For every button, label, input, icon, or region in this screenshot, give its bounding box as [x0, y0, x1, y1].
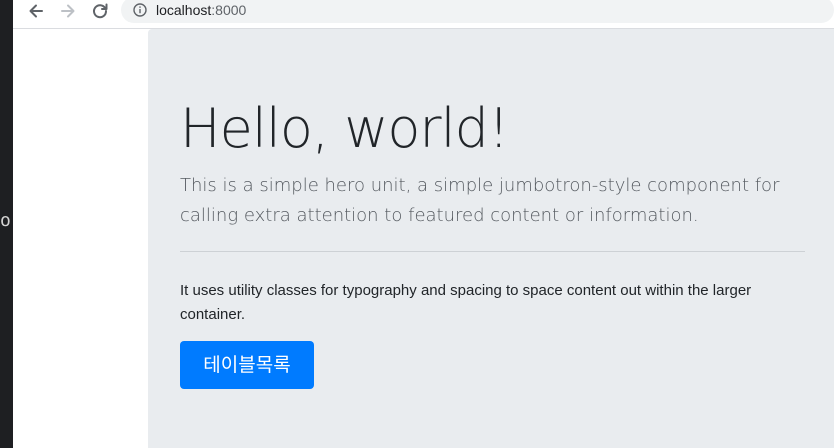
arrow-left-icon — [29, 4, 43, 18]
forward-button[interactable] — [55, 0, 81, 22]
page-margin — [13, 29, 148, 448]
editor-edge: o. — [0, 0, 22, 448]
page-title: Hello, world! — [180, 97, 510, 160]
jumbotron: Hello, world! This is a simple hero unit… — [148, 29, 834, 448]
reload-button[interactable] — [87, 0, 113, 22]
table-list-button[interactable]: 테이블목록 — [180, 341, 314, 389]
browser-toolbar: localhost:8000 — [13, 0, 834, 29]
divider — [180, 251, 805, 252]
screen: o. localhost:8000 Hello, world! This is … — [0, 0, 834, 448]
lead-text: This is a simple hero unit, a simple jum… — [180, 175, 780, 226]
arrow-right-icon — [61, 4, 75, 18]
reload-icon — [93, 3, 108, 19]
address-url[interactable]: localhost:8000 — [156, 1, 246, 19]
body-text: It uses utility classes for typography a… — [180, 282, 752, 323]
back-button[interactable] — [23, 0, 49, 22]
address-host: localhost — [156, 2, 212, 18]
address-port: :8000 — [211, 2, 247, 18]
info-icon[interactable] — [133, 3, 147, 17]
address-bar[interactable]: localhost:8000 — [121, 0, 834, 23]
